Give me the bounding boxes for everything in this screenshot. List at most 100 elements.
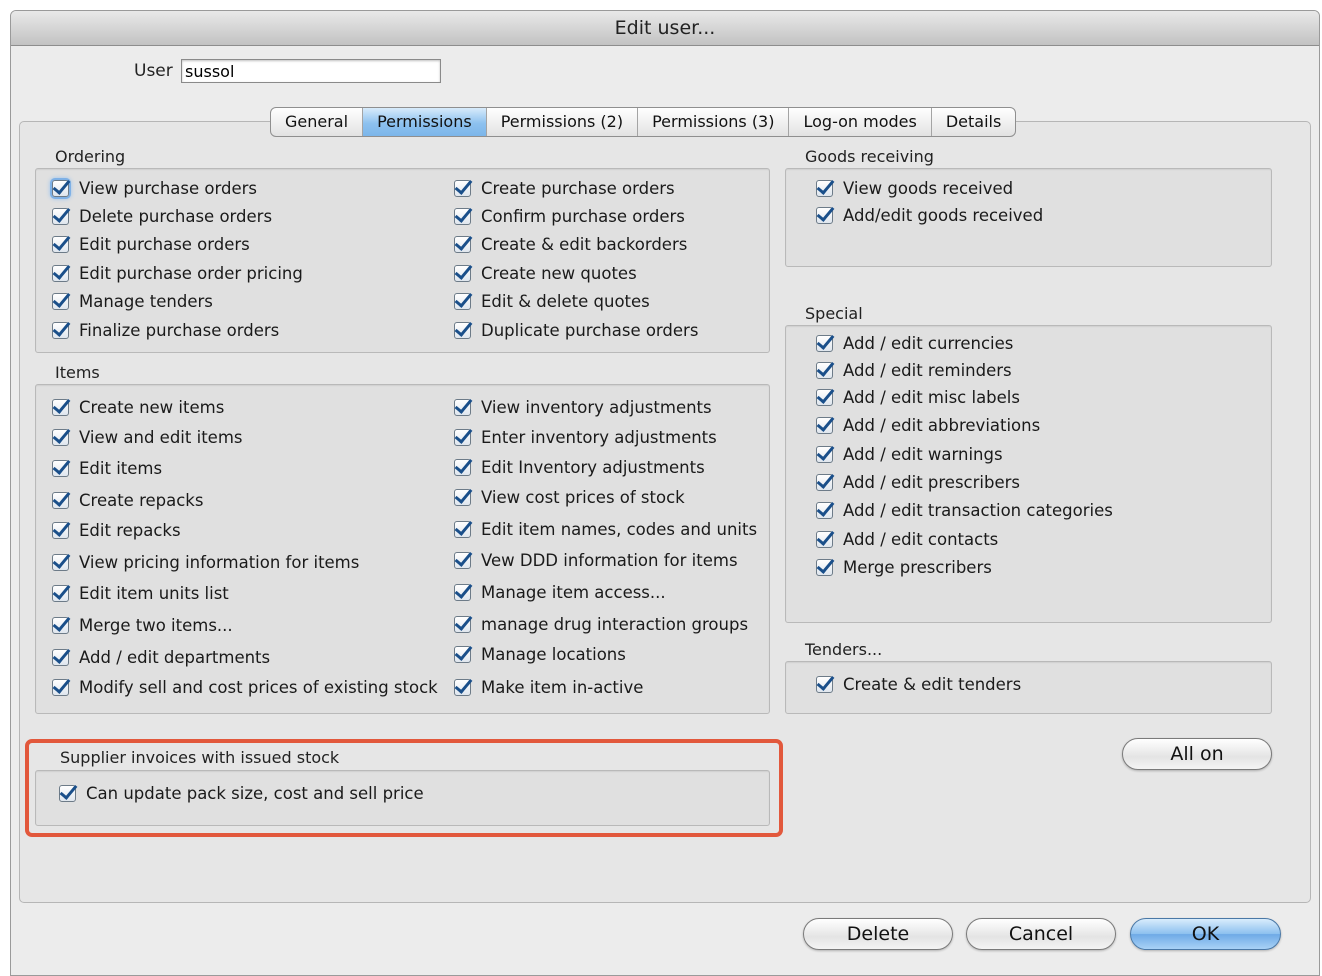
checkbox-checked-icon[interactable] [52,180,69,197]
goods-checkbox[interactable]: View goods received [816,179,1013,198]
special-checkbox[interactable]: Add / edit reminders [816,361,1012,380]
items-checkbox[interactable]: View and edit items [52,428,243,447]
special-checkbox[interactable]: Add / edit warnings [816,445,1003,464]
checkbox-checked-icon[interactable] [454,265,471,282]
items-checkbox[interactable]: manage drug interaction groups [454,615,748,634]
items-checkbox[interactable]: Manage item access... [454,583,666,602]
items-checkbox[interactable]: Add / edit departments [52,648,270,667]
tab-log-on-modes[interactable]: Log-on modes [789,108,932,136]
checkbox-checked-icon[interactable] [454,646,471,663]
checkbox-checked-icon[interactable] [816,676,833,693]
checkbox-checked-icon[interactable] [52,429,69,446]
checkbox-checked-icon[interactable] [52,679,69,696]
checkbox-checked-icon[interactable] [52,293,69,310]
checkbox-checked-icon[interactable] [816,446,833,463]
checkbox-checked-icon[interactable] [52,522,69,539]
tenders-checkbox[interactable]: Create & edit tenders [816,675,1021,694]
checkbox-checked-icon[interactable] [454,293,471,310]
checkbox-checked-icon[interactable] [454,616,471,633]
checkbox-checked-icon[interactable] [52,322,69,339]
items-checkbox[interactable]: View inventory adjustments [454,398,712,417]
special-checkbox[interactable]: Add / edit misc labels [816,388,1020,407]
ordering-checkbox[interactable]: Create & edit backorders [454,235,687,254]
items-checkbox[interactable]: Modify sell and cost prices of existing … [52,678,438,697]
special-checkbox[interactable]: Add / edit contacts [816,530,998,549]
checkbox-checked-icon[interactable] [52,208,69,225]
checkbox-checked-icon[interactable] [52,265,69,282]
checkbox-checked-icon[interactable] [816,417,833,434]
checkbox-checked-icon[interactable] [454,429,471,446]
checkbox-checked-icon[interactable] [816,335,833,352]
checkbox-checked-icon[interactable] [454,521,471,538]
all-on-button[interactable]: All on [1122,738,1272,770]
goods-checkbox[interactable]: Add/edit goods received [816,206,1043,225]
checkbox-checked-icon[interactable] [816,207,833,224]
checkbox-checked-icon[interactable] [816,531,833,548]
ok-button[interactable]: OK [1130,918,1281,950]
items-checkbox[interactable]: Make item in-active [454,678,643,697]
checkbox-checked-icon[interactable] [454,584,471,601]
checkbox-checked-icon[interactable] [52,649,69,666]
ordering-checkbox[interactable]: Edit purchase order pricing [52,264,303,283]
special-checkbox[interactable]: Add / edit prescribers [816,473,1020,492]
tab-permissions-3[interactable]: Permissions (3) [638,108,790,136]
items-checkbox[interactable]: Create new items [52,398,224,417]
items-checkbox[interactable]: Merge two items... [52,616,233,635]
checkbox-checked-icon[interactable] [816,362,833,379]
tab-details[interactable]: Details [932,108,1015,136]
items-checkbox[interactable]: Enter inventory adjustments [454,428,717,447]
checkbox-checked-icon[interactable] [816,502,833,519]
checkbox-checked-icon[interactable] [816,559,833,576]
checkbox-checked-icon[interactable] [454,552,471,569]
checkbox-checked-icon[interactable] [52,585,69,602]
checkbox-checked-icon[interactable] [454,180,471,197]
items-checkbox[interactable]: Vew DDD information for items [454,551,738,570]
checkbox-checked-icon[interactable] [816,180,833,197]
items-checkbox[interactable]: Create repacks [52,491,203,510]
checkbox-label: Enter inventory adjustments [481,428,717,447]
ordering-checkbox[interactable]: Edit & delete quotes [454,292,650,311]
ordering-checkbox[interactable]: Create new quotes [454,264,637,283]
checkbox-checked-icon[interactable] [52,399,69,416]
special-checkbox[interactable]: Add / edit transaction categories [816,501,1113,520]
items-checkbox[interactable]: View cost prices of stock [454,488,685,507]
items-checkbox[interactable]: Edit repacks [52,521,181,540]
ordering-checkbox[interactable]: Duplicate purchase orders [454,321,698,340]
checkbox-checked-icon[interactable] [454,489,471,506]
checkbox-checked-icon[interactable] [52,554,69,571]
tab-permissions-2[interactable]: Permissions (2) [487,108,639,136]
ordering-checkbox[interactable]: Finalize purchase orders [52,321,279,340]
special-checkbox[interactable]: Add / edit currencies [816,334,1013,353]
checkbox-checked-icon[interactable] [816,474,833,491]
items-checkbox[interactable]: Edit Inventory adjustments [454,458,705,477]
checkbox-checked-icon[interactable] [454,399,471,416]
ordering-checkbox[interactable]: Confirm purchase orders [454,207,685,226]
user-name-input[interactable] [181,59,441,83]
checkbox-checked-icon[interactable] [454,459,471,476]
checkbox-checked-icon[interactable] [454,322,471,339]
special-checkbox[interactable]: Merge prescribers [816,558,992,577]
ordering-checkbox[interactable]: Delete purchase orders [52,207,272,226]
checkbox-checked-icon[interactable] [454,208,471,225]
checkbox-checked-icon[interactable] [52,492,69,509]
cancel-button[interactable]: Cancel [966,918,1116,950]
items-checkbox[interactable]: Edit item units list [52,584,229,603]
ordering-checkbox[interactable]: Edit purchase orders [52,235,250,254]
checkbox-checked-icon[interactable] [454,679,471,696]
checkbox-checked-icon[interactable] [52,460,69,477]
special-checkbox[interactable]: Add / edit abbreviations [816,416,1040,435]
tab-permissions[interactable]: Permissions [363,108,487,136]
items-checkbox[interactable]: Edit items [52,459,162,478]
items-checkbox[interactable]: Edit item names, codes and units [454,520,757,539]
items-checkbox[interactable]: View pricing information for items [52,553,359,572]
checkbox-checked-icon[interactable] [52,617,69,634]
ordering-checkbox[interactable]: View purchase orders [52,179,257,198]
checkbox-checked-icon[interactable] [52,236,69,253]
ordering-checkbox[interactable]: Manage tenders [52,292,213,311]
ordering-checkbox[interactable]: Create purchase orders [454,179,675,198]
items-checkbox[interactable]: Manage locations [454,645,626,664]
tab-general[interactable]: General [271,108,364,136]
checkbox-checked-icon[interactable] [816,389,833,406]
checkbox-checked-icon[interactable] [454,236,471,253]
delete-button[interactable]: Delete [803,918,953,950]
